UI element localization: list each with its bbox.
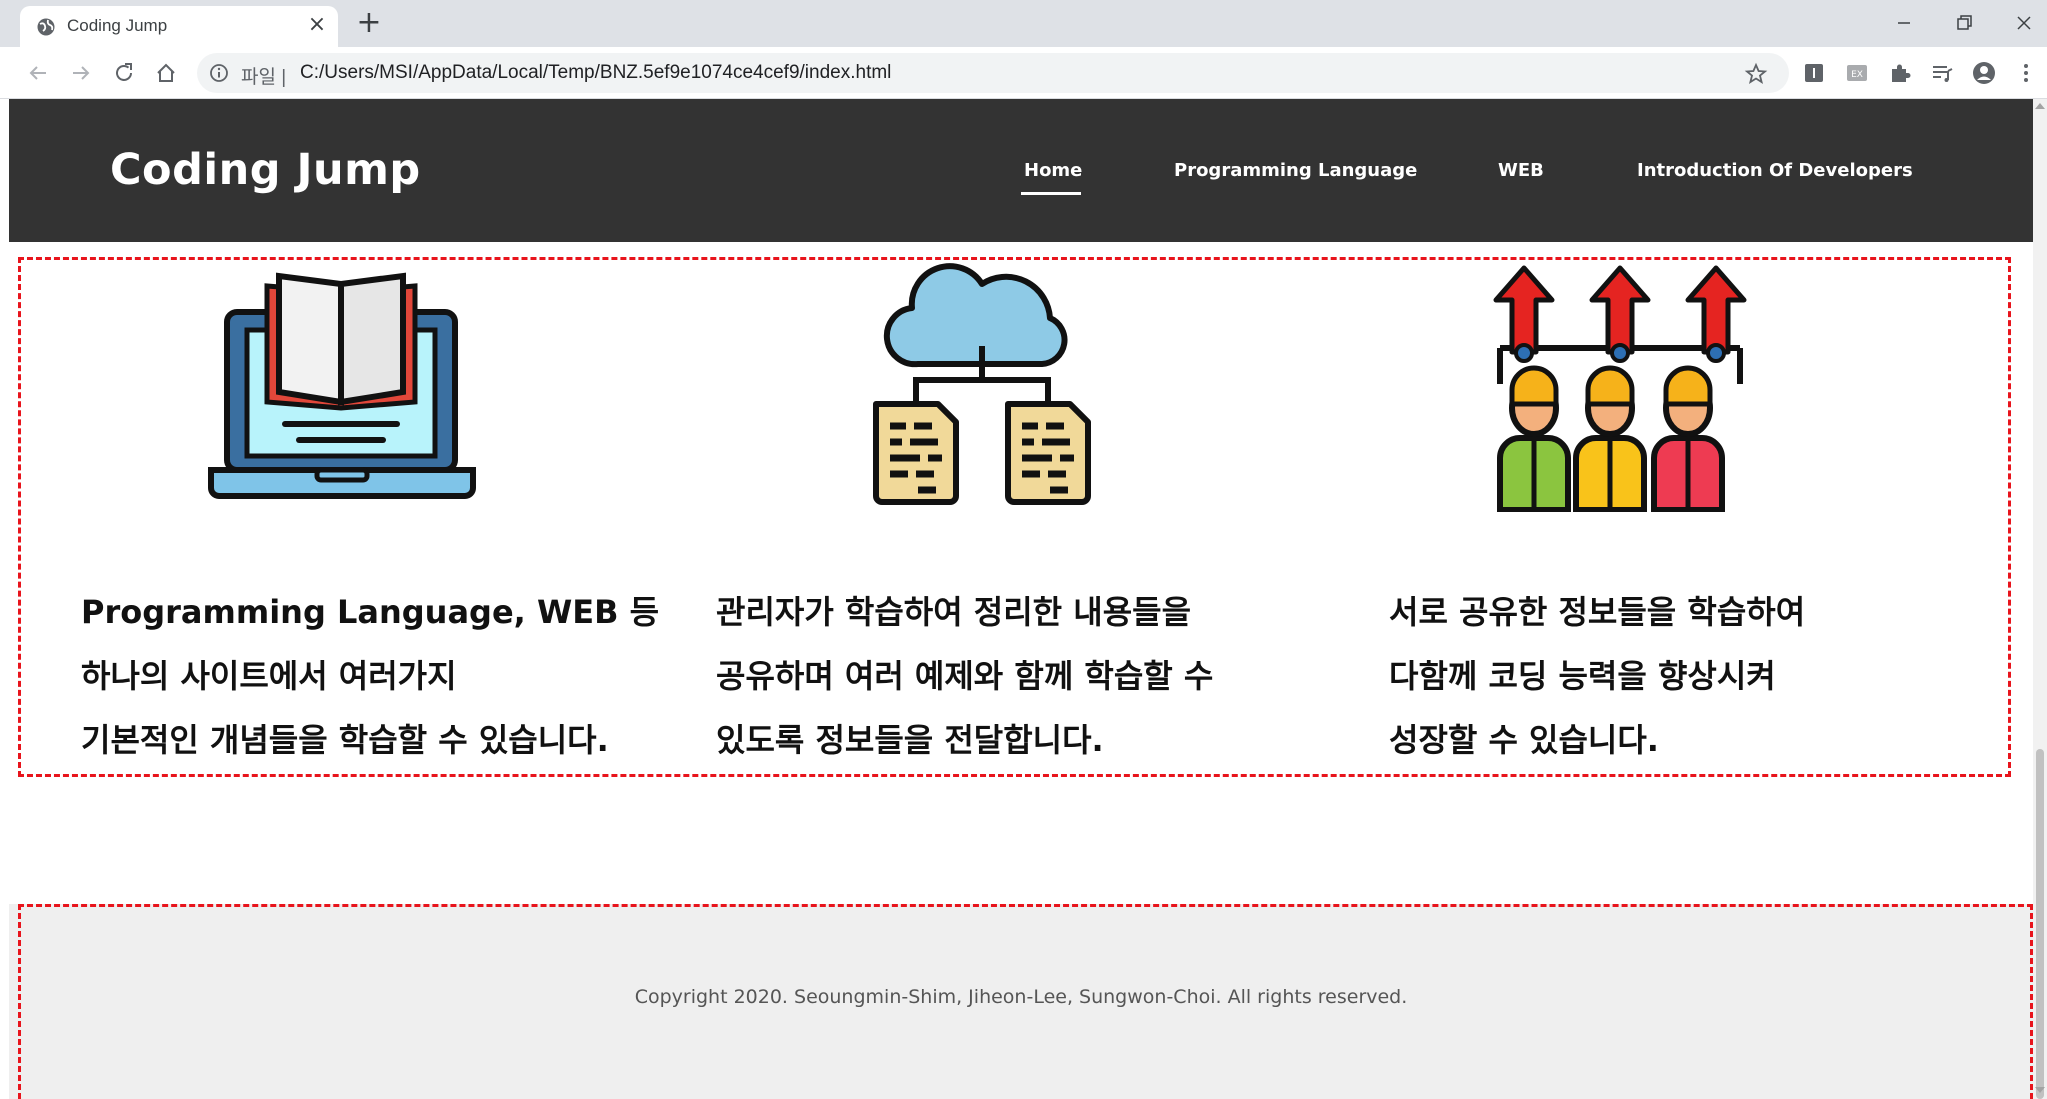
tab-title: Coding Jump: [67, 16, 168, 35]
home-icon[interactable]: [152, 59, 180, 87]
extension-info-icon[interactable]: [1800, 59, 1828, 87]
feature-text-learning: Programming Language, WEB 등 하나의 사이트에서 여러…: [81, 580, 659, 772]
nav-active-indicator: [1021, 192, 1081, 195]
site-logo-text[interactable]: Coding Jump: [110, 145, 421, 195]
nav-programming-language[interactable]: Programming Language: [1174, 160, 1417, 181]
globe-icon: [37, 18, 55, 36]
address-bar[interactable]: 파일 | C:/Users/MSI/AppData/Local/Temp/BNZ…: [197, 53, 1789, 93]
feature-line: 다함께 코딩 능력을 향상시켜: [1389, 657, 1776, 695]
nav-introduction-of-developers[interactable]: Introduction Of Developers: [1637, 160, 1913, 181]
cloud-documents-icon: [873, 263, 1091, 505]
feature-line: 성장할 수 있습니다.: [1389, 721, 1659, 759]
feature-line: 있도록 정보들을 전달합니다.: [716, 721, 1104, 759]
feature-line: 서로 공유한 정보들을 학습하여: [1389, 593, 1806, 631]
feature-text-growth: 서로 공유한 정보들을 학습하여 다함께 코딩 능력을 향상시켜 성장할 수 있…: [1389, 580, 1805, 772]
url-scheme-label: 파일 |: [241, 67, 287, 88]
browser-tab-strip: Coding Jump × +: [0, 0, 2047, 47]
close-tab-icon[interactable]: ×: [306, 14, 328, 36]
more-menu-icon[interactable]: [2012, 59, 2040, 87]
site-header: Coding Jump Home Programming Language WE…: [9, 99, 2033, 242]
laptop-book-icon: [208, 272, 476, 499]
minimize-icon[interactable]: [1884, 8, 1924, 38]
restore-icon[interactable]: [1944, 8, 1984, 38]
scroll-up-arrow-icon[interactable]: [2035, 103, 2045, 109]
info-icon[interactable]: [209, 63, 229, 83]
feature-line: 기본적인 개념들을 학습할 수 있습니다.: [81, 721, 609, 759]
forward-icon[interactable]: [67, 59, 95, 87]
feature-line: 하나의 사이트에서 여러가지: [81, 657, 457, 695]
extension-ex-icon[interactable]: EX: [1843, 59, 1871, 87]
features-section: Programming Language, WEB 등 하나의 사이트에서 여러…: [18, 257, 2011, 777]
svg-text:EX: EX: [1851, 70, 1863, 80]
profile-avatar-icon[interactable]: [1970, 59, 1998, 87]
feature-line: 공유하며 여러 예제와 함께 학습할 수: [716, 657, 1214, 695]
close-window-icon[interactable]: [2004, 8, 2044, 38]
feature-line: 관리자가 학습하여 정리한 내용들을: [716, 593, 1192, 631]
browser-tab[interactable]: Coding Jump ×: [20, 6, 338, 47]
url-text[interactable]: C:/Users/MSI/AppData/Local/Temp/BNZ.5ef9…: [300, 62, 891, 84]
feature-line: Programming Language, WEB 등: [81, 593, 660, 631]
scroll-down-arrow-icon[interactable]: [2035, 1087, 2045, 1093]
copyright-text: Copyright 2020. Seoungmin-Shim, Jiheon-L…: [634, 986, 1408, 1008]
extensions-puzzle-icon[interactable]: [1886, 59, 1914, 87]
feature-text-sharing: 관리자가 학습하여 정리한 내용들을 공유하며 여러 예제와 함께 학습할 수 …: [716, 580, 1213, 772]
back-icon[interactable]: [24, 59, 52, 87]
new-tab-button[interactable]: +: [355, 8, 383, 38]
browser-toolbar: 파일 | C:/Users/MSI/AppData/Local/Temp/BNZ…: [0, 47, 2047, 99]
reload-icon[interactable]: [110, 59, 138, 87]
bookmark-star-icon[interactable]: [1744, 62, 1768, 86]
scrollbar-thumb[interactable]: [2036, 749, 2044, 1099]
media-queue-icon[interactable]: [1928, 59, 1956, 87]
nav-home[interactable]: Home: [1024, 160, 1082, 181]
nav-web[interactable]: WEB: [1498, 160, 1544, 181]
page-viewport: Coding Jump Home Programming Language WE…: [9, 99, 2033, 1099]
page-scrollbar[interactable]: [2033, 99, 2047, 1099]
team-growth-icon: [1493, 265, 1747, 512]
